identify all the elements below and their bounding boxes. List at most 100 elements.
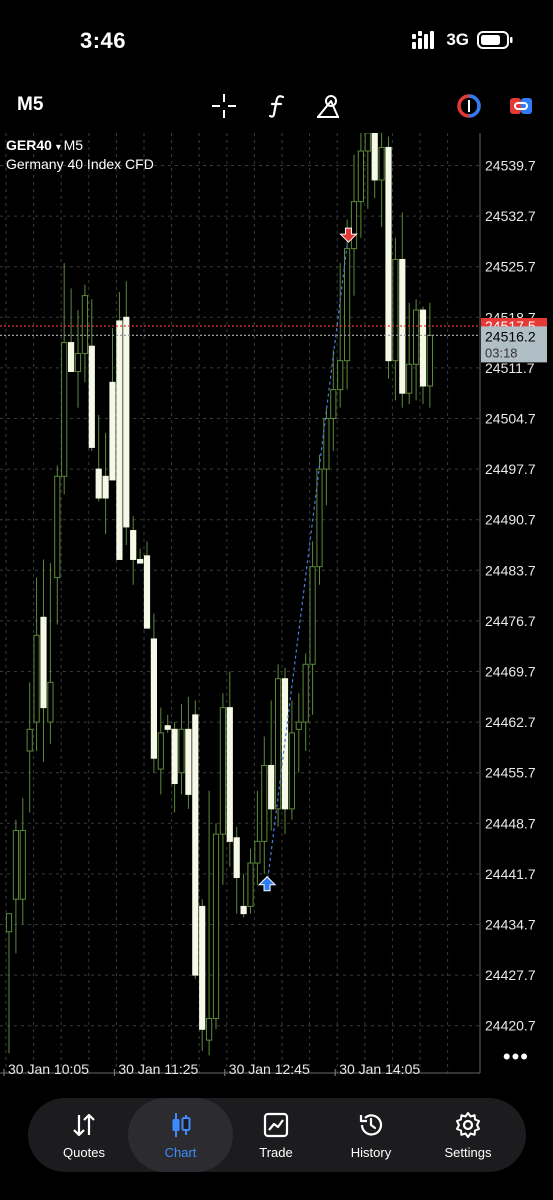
settings-icon — [456, 1112, 480, 1138]
status-time: 3:46 — [80, 28, 127, 53]
candle — [68, 288, 75, 373]
bar-countdown: 03:18 — [485, 345, 518, 360]
symbol-timeframe: M5 — [63, 137, 84, 153]
candle — [316, 454, 323, 585]
candle — [61, 263, 68, 495]
candle-body — [413, 309, 420, 365]
price-tick-label: 24434.7 — [485, 917, 536, 933]
candle — [19, 798, 26, 925]
candle — [150, 613, 158, 773]
candle — [330, 349, 337, 452]
candle-body — [350, 201, 358, 250]
candle — [371, 132, 378, 199]
candle-body — [47, 681, 54, 723]
candle-body — [171, 728, 178, 785]
price-tick-label: 24427.7 — [485, 967, 536, 983]
nav-label: Chart — [164, 1145, 197, 1160]
bottom-navigation: Quotes Chart Trade History Settings — [28, 1098, 526, 1172]
price-tick-label: 24455.7 — [485, 765, 536, 781]
candle-body — [5, 913, 13, 933]
candlestick-chart[interactable]: 24539.724532.724525.724518.724511.724504… — [0, 132, 553, 1079]
candle — [185, 696, 192, 809]
candle-body — [254, 840, 261, 864]
candle — [143, 541, 151, 629]
nav-chart[interactable]: Chart — [128, 1098, 233, 1172]
candle-body — [19, 830, 26, 900]
candle — [233, 826, 240, 914]
candle-body — [33, 634, 40, 723]
candle-body — [74, 352, 82, 373]
candle-body — [419, 309, 427, 387]
time-tick-label: 30 Jan 11:25 — [118, 1061, 198, 1076]
candle-body — [61, 342, 68, 477]
crosshair-icon[interactable] — [210, 92, 238, 120]
price-chart[interactable]: 24539.7 24532.7 24525.7 24518.7 24511.7 24504… — [0, 132, 553, 1079]
candle — [413, 299, 420, 401]
price-tick-label: 24497.7 — [485, 461, 536, 477]
indicators-icon[interactable] — [263, 92, 291, 120]
symbol-info[interactable]: GER40 ▾ M5 Germany 40 Index CFD — [6, 137, 154, 173]
trade-toggle-icon[interactable] — [507, 92, 535, 120]
time-tick-label: 30 Jan 14:05 — [339, 1061, 420, 1076]
candle-body — [40, 616, 47, 709]
candle-body — [392, 258, 399, 362]
candle-body — [102, 475, 109, 499]
time-tick-label: 30 Jan 10:05 — [8, 1061, 89, 1076]
network-type: 3G — [446, 30, 469, 49]
candle — [12, 819, 19, 954]
candle-body — [88, 345, 95, 448]
candle-body — [12, 830, 19, 900]
candle-body — [185, 728, 192, 795]
quotes-icon — [73, 1113, 95, 1137]
nav-label: Quotes — [63, 1145, 105, 1160]
price-tick-label: 24532.7 — [485, 208, 536, 224]
timeframe-button[interactable]: M5 — [17, 94, 43, 116]
price-tick-label: 24476.7 — [485, 613, 536, 629]
more-options-icon[interactable]: ••• — [503, 1044, 529, 1070]
nav-settings[interactable]: Settings — [418, 1098, 518, 1172]
candle — [323, 407, 330, 506]
candle — [109, 328, 116, 481]
symbol-name: GER40 — [6, 137, 52, 153]
candle — [406, 302, 413, 405]
candle — [40, 559, 47, 762]
status-bar: 3:46 3G — [0, 0, 553, 80]
price-axis: 24539.724532.724525.724518.724511.724504… — [481, 158, 547, 1034]
candle — [5, 913, 13, 1054]
candle-body — [150, 638, 158, 759]
nav-quotes[interactable]: Quotes — [34, 1098, 134, 1172]
candle-body — [137, 558, 144, 564]
candle — [295, 693, 302, 773]
candle-body — [212, 833, 220, 1019]
candle-body — [364, 132, 371, 152]
candle — [54, 465, 61, 625]
candle — [288, 700, 295, 820]
price-tick-label: 24420.7 — [485, 1018, 536, 1034]
candle — [47, 563, 54, 744]
price-tick-label: 24462.7 — [485, 714, 536, 730]
candle — [364, 132, 371, 209]
battery-icon — [477, 31, 513, 49]
candle-body — [233, 837, 240, 879]
candle-body — [226, 707, 233, 842]
candle-body — [337, 360, 344, 391]
candle — [392, 237, 399, 401]
candle — [219, 693, 227, 885]
nav-trade[interactable]: Trade — [226, 1098, 326, 1172]
candle — [426, 302, 433, 408]
candle — [385, 136, 392, 379]
signal-icon — [412, 31, 435, 49]
candle — [157, 707, 164, 795]
price-tick-label: 24441.7 — [485, 866, 536, 882]
status-indicators: 3G — [412, 30, 513, 50]
objects-icon[interactable] — [314, 92, 342, 120]
one-click-trading-icon[interactable] — [455, 92, 483, 120]
candle — [116, 292, 123, 560]
candle-body — [302, 663, 309, 723]
candle — [357, 133, 364, 238]
candle-body — [81, 295, 89, 354]
candles — [5, 132, 433, 1056]
candle-body — [268, 764, 275, 810]
price-tick-label: 24469.7 — [485, 664, 536, 680]
nav-history[interactable]: History — [321, 1098, 421, 1172]
